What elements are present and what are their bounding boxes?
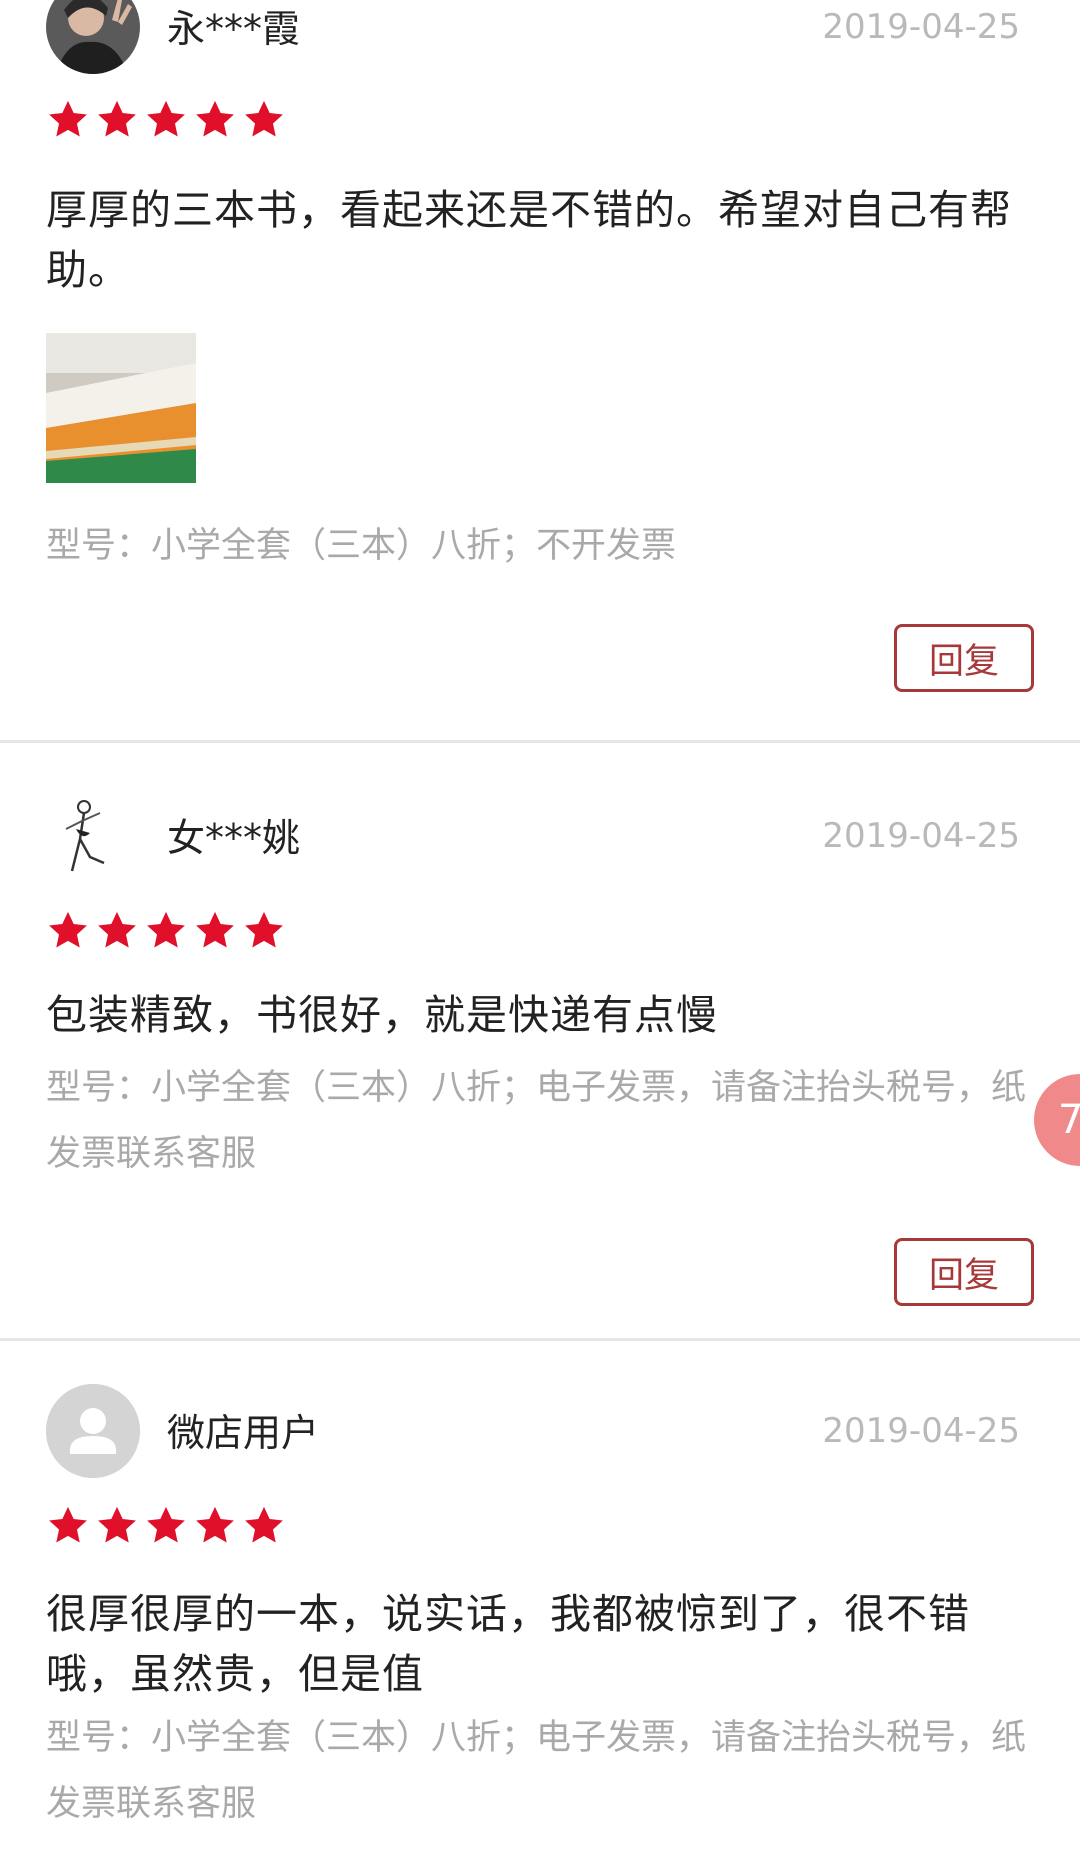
review-username: 微店用户 — [167, 1411, 320, 1455]
star-icon — [193, 909, 242, 953]
star-rating — [46, 909, 291, 953]
star-icon — [242, 909, 291, 953]
star-icon — [95, 1504, 144, 1548]
star-icon — [144, 1504, 193, 1548]
reply-button[interactable]: 回复 — [894, 1238, 1034, 1306]
review-content: 很厚很厚的一本，说实话，我都被惊到了，很不错哦，虽然贵，但是值 — [46, 1590, 970, 1698]
review-variant: 型号：小学全套（三本）八折；不开发票 — [46, 526, 677, 566]
star-icon — [46, 909, 95, 953]
star-icon — [193, 98, 242, 142]
star-icon — [46, 1504, 95, 1548]
review-username: 永***霞 — [167, 7, 301, 51]
user-photo-avatar[interactable] — [46, 0, 140, 74]
review-variant: 型号：小学全套（三本）八折；电子发票，请备注抬头税号，纸发票联系客服 — [46, 1068, 1027, 1174]
review-username: 女***姚 — [167, 816, 301, 860]
review-item: 永***霞 2019-04-25 厚厚的三本书，看起来还是不错的。希望对自己有帮… — [0, 0, 1080, 740]
reply-button[interactable]: 回复 — [894, 624, 1034, 692]
star-rating — [46, 1504, 291, 1548]
star-icon — [95, 98, 144, 142]
review-variant: 型号：小学全套（三本）八折；电子发票，请备注抬头税号，纸发票联系客服 — [46, 1718, 1027, 1824]
star-icon — [95, 909, 144, 953]
review-photo-thumbnail[interactable] — [46, 333, 196, 483]
star-icon — [242, 98, 291, 142]
star-icon — [193, 1504, 242, 1548]
review-item: 微店用户 2019-04-25 很厚很厚的一本，说实话，我都被惊到了，很不错哦，… — [0, 1341, 1080, 1862]
default-user-avatar[interactable] — [46, 1384, 140, 1478]
review-content: 厚厚的三本书，看起来还是不错的。希望对自己有帮助。 — [46, 186, 1012, 294]
review-content: 包装精致，书很好，就是快递有点慢 — [46, 991, 718, 1039]
review-date: 2019-04-25 — [822, 7, 1020, 47]
star-rating — [46, 98, 291, 142]
dancer-sketch-avatar[interactable] — [46, 793, 140, 887]
star-icon — [144, 909, 193, 953]
star-icon — [144, 98, 193, 142]
review-date: 2019-04-25 — [822, 1411, 1020, 1451]
star-icon — [46, 98, 95, 142]
review-date: 2019-04-25 — [822, 816, 1020, 856]
review-item: 女***姚 2019-04-25 包装精致，书很好，就是快递有点慢 型号：小学全… — [0, 743, 1080, 1338]
star-icon — [242, 1504, 291, 1548]
